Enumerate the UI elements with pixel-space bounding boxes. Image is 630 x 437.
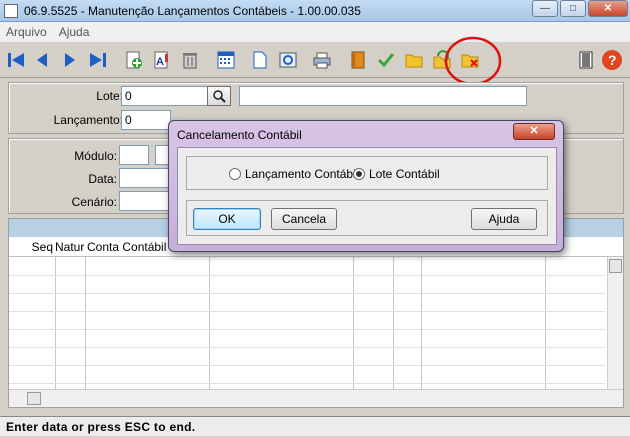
cenario-label: Cenário: xyxy=(71,195,117,209)
minimize-button[interactable]: — xyxy=(532,0,558,17)
lote-search-button[interactable] xyxy=(207,86,231,106)
add-icon[interactable] xyxy=(122,48,146,72)
grid-vertical-scrollbar[interactable] xyxy=(607,257,623,389)
app-icon xyxy=(4,3,18,18)
first-icon[interactable] xyxy=(4,48,28,72)
maximize-button[interactable]: □ xyxy=(560,0,586,17)
menu-arquivo[interactable]: Arquivo xyxy=(0,25,53,39)
lancamento-field[interactable]: 0 xyxy=(121,110,171,130)
radio-selected-icon[interactable] xyxy=(353,168,365,180)
radio-label: Lote Contábil xyxy=(369,167,440,181)
dialog-button-row: OK Cancela Ajuda xyxy=(186,200,548,236)
scroll-thumb[interactable] xyxy=(609,259,622,273)
exit-icon[interactable] xyxy=(574,48,598,72)
svg-text:?: ? xyxy=(608,52,617,68)
highlight-circle-icon xyxy=(444,36,502,86)
folder-icon[interactable] xyxy=(402,48,426,72)
radio-lote-contabil[interactable]: Lote Contábil xyxy=(353,167,440,181)
grid-horizontal-scrollbar[interactable] xyxy=(9,389,623,407)
data-label: Data: xyxy=(88,172,117,186)
print-icon[interactable] xyxy=(310,48,334,72)
dialog-close-button[interactable]: ✕ xyxy=(513,123,555,140)
search-icon xyxy=(213,90,226,103)
status-bar: Enter data or press ESC to end. xyxy=(0,416,630,436)
title-bar: 06.9.5525 - Manutenção Lançamentos Contá… xyxy=(0,0,630,22)
lote-field[interactable]: 0 xyxy=(121,86,209,106)
lote-description-field[interactable] xyxy=(239,86,527,106)
menu-ajuda[interactable]: Ajuda xyxy=(53,25,96,39)
cancela-button[interactable]: Cancela xyxy=(271,208,337,230)
cancel-type-radio-group: Lançamento Contábil Lote Contábil xyxy=(186,156,548,190)
ok-button[interactable]: OK xyxy=(193,208,261,230)
window-title: 06.9.5525 - Manutenção Lançamentos Contá… xyxy=(24,3,361,18)
check-icon[interactable] xyxy=(374,48,398,72)
toolbar: A ? xyxy=(0,42,630,78)
lote-label: Lote: xyxy=(96,89,123,103)
last-icon[interactable] xyxy=(86,48,110,72)
edit-icon[interactable]: A xyxy=(150,48,174,72)
help-icon[interactable]: ? xyxy=(600,48,624,72)
col-seq[interactable]: Seq xyxy=(9,237,53,256)
svg-text:A: A xyxy=(156,56,164,68)
modulo-field[interactable] xyxy=(119,145,149,165)
menu-bar: Arquivo Ajuda xyxy=(0,22,630,42)
radio-unselected-icon[interactable] xyxy=(229,168,241,180)
cancel-dialog: Cancelamento Contábil ✕ Lançamento Contá… xyxy=(168,120,564,252)
calendar-icon[interactable] xyxy=(214,48,238,72)
next-icon[interactable] xyxy=(58,48,82,72)
dialog-title: Cancelamento Contábil xyxy=(177,128,302,142)
prev-icon[interactable] xyxy=(30,48,54,72)
col-natur[interactable]: Natur xyxy=(53,237,85,256)
close-button[interactable]: ✕ xyxy=(588,0,628,17)
delete-icon[interactable] xyxy=(178,48,202,72)
new-doc-icon[interactable] xyxy=(248,48,272,72)
preview-icon[interactable] xyxy=(276,48,300,72)
modulo-label: Módulo: xyxy=(74,149,117,163)
lancamento-label: Lançamento: xyxy=(53,113,123,127)
hscroll-thumb[interactable] xyxy=(27,392,41,405)
ajuda-button[interactable]: Ajuda xyxy=(471,208,537,230)
book-icon[interactable] xyxy=(346,48,370,72)
dialog-body: Lançamento Contábil Lote Contábil OK Can… xyxy=(177,147,557,245)
radio-lancamento-contabil[interactable]: Lançamento Contábil xyxy=(229,167,358,181)
radio-label: Lançamento Contábil xyxy=(245,167,359,181)
